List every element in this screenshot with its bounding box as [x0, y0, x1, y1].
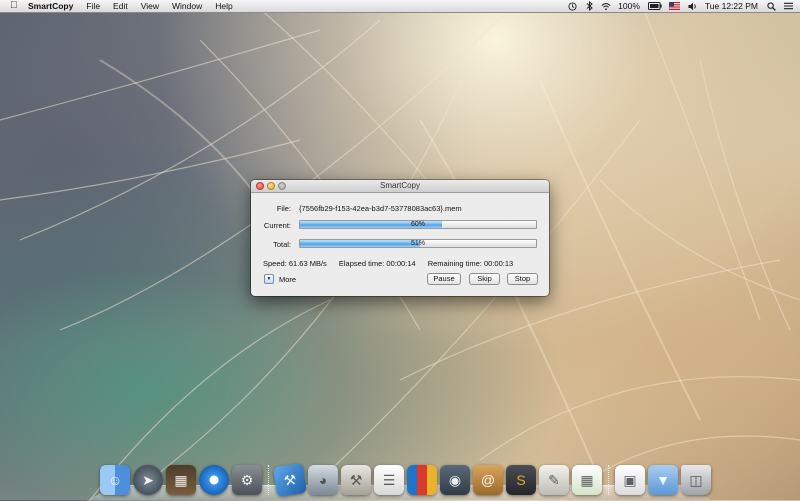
- script-editor-icon[interactable]: ✎: [539, 465, 569, 495]
- finder-icon[interactable]: ☺: [100, 465, 130, 495]
- notification-center-icon[interactable]: [783, 1, 793, 11]
- more-label[interactable]: More: [279, 275, 296, 284]
- hammer-icon: ⚒: [282, 471, 298, 489]
- address-book-icon[interactable]: @: [473, 465, 503, 495]
- camera-icon: ◉: [448, 472, 462, 488]
- pause-button[interactable]: Pause: [427, 273, 461, 285]
- us-flag-input-icon[interactable]: [669, 1, 681, 11]
- menu-window[interactable]: Window: [172, 0, 202, 12]
- file-label: File:: [276, 204, 291, 213]
- window-titlebar[interactable]: SmartCopy: [251, 180, 549, 193]
- trash-can-icon: ◫: [689, 472, 703, 488]
- gear-icon: ⚙: [240, 472, 254, 488]
- photo-icon[interactable]: ◉: [440, 465, 470, 495]
- menu-extras: 100% Tue 12:22 PM: [567, 0, 800, 12]
- trash-icon[interactable]: ◫: [681, 465, 711, 495]
- launchpad-icon[interactable]: ➤: [133, 465, 163, 495]
- volume-icon[interactable]: [688, 1, 698, 11]
- battery-percent[interactable]: 100%: [618, 1, 640, 11]
- current-progress-bar: 60%: [299, 220, 537, 229]
- total-progress-text: 51%: [410, 240, 425, 247]
- wrench-icon: ⚒: [349, 472, 363, 488]
- menu-view[interactable]: View: [141, 0, 159, 12]
- finder-face-icon: ☺: [107, 472, 123, 488]
- total-label: Total:: [273, 240, 291, 249]
- time-machine-icon[interactable]: [567, 1, 577, 11]
- windows-grid-icon: ▦: [174, 472, 188, 488]
- mission-control-icon[interactable]: ▦: [166, 465, 196, 495]
- pen-icon: ✎: [548, 472, 560, 488]
- file-icon[interactable]: ▣: [615, 465, 645, 495]
- bluetooth-icon[interactable]: [584, 1, 594, 11]
- menu-app-name[interactable]: SmartCopy: [28, 1, 73, 11]
- skip-button[interactable]: Skip: [469, 273, 500, 285]
- menu-bar:  SmartCopy File Edit View Window Help 1…: [0, 0, 800, 13]
- dock-separator: [608, 465, 609, 495]
- page-icon: ☰: [382, 472, 396, 488]
- close-button[interactable]: [256, 182, 264, 190]
- stop-button[interactable]: Stop: [507, 273, 538, 285]
- total-progress-bar: 51%: [299, 239, 537, 248]
- battery-icon[interactable]: [647, 1, 662, 11]
- rocket-icon: ➤: [142, 472, 154, 488]
- folder-icon: ▼: [656, 472, 670, 488]
- system-preferences-icon[interactable]: ⚙: [232, 465, 262, 495]
- document-icon[interactable]: ☰: [374, 465, 404, 495]
- zoom-button[interactable]: [278, 182, 286, 190]
- window-content: File: {7556fb29-f153-42ea-b3d7-53778083a…: [251, 193, 549, 296]
- spotlight-search-icon[interactable]: [766, 1, 776, 11]
- file-name: {7556fb29-f153-42ea-b3d7-53778083ac63}.m…: [299, 204, 462, 213]
- window-title: SmartCopy: [379, 181, 420, 190]
- smartcopy-window: SmartCopy File: {7556fb29-f153-42ea-b3d7…: [251, 180, 549, 296]
- current-label: Current:: [263, 221, 291, 230]
- remaining-time-text: Remaining time: 00:00:13: [427, 259, 514, 268]
- apple-menu-icon[interactable]: : [10, 1, 20, 11]
- transfer-stats: Speed: 61.63 MB/s Elapsed time: 00:00:14…: [263, 259, 523, 268]
- instruments-icon[interactable]: ◕: [308, 465, 338, 495]
- menu-help[interactable]: Help: [215, 0, 232, 12]
- at-sign-icon: @: [480, 472, 496, 488]
- menu-file[interactable]: File: [86, 0, 100, 12]
- speed-text: Speed: 61.63 MB/s: [263, 259, 327, 268]
- gauge-icon: ◕: [318, 472, 328, 488]
- sublime-text-icon[interactable]: S: [506, 465, 536, 495]
- wifi-icon[interactable]: [601, 1, 611, 11]
- minimize-button[interactable]: [267, 182, 275, 190]
- utilities-icon[interactable]: ⚒: [341, 465, 371, 495]
- pdf-page-icon: ▣: [623, 472, 637, 488]
- menu-edit[interactable]: Edit: [113, 0, 128, 12]
- menu-clock[interactable]: Tue 12:22 PM: [705, 1, 758, 11]
- current-progress-text: 60%: [410, 221, 425, 228]
- downloads-folder-icon[interactable]: ▼: [648, 465, 678, 495]
- safari-icon[interactable]: [199, 465, 229, 495]
- more-disclosure-button[interactable]: ▼: [264, 274, 274, 284]
- s-letter-icon: S: [516, 472, 526, 488]
- books-icon[interactable]: [407, 465, 437, 495]
- dock: ☺ ➤ ▦ ⚙ ⚒ ◕ ⚒ ☰ ◉ @ S ✎ ▦ ▣ ▼ ◫: [100, 461, 711, 497]
- spreadsheet-icon[interactable]: ▦: [572, 465, 602, 495]
- dock-separator: [268, 465, 269, 495]
- xcode-icon[interactable]: ⚒: [273, 463, 307, 497]
- grid-icon: ▦: [580, 472, 594, 488]
- elapsed-time-text: Elapsed time: 00:00:14: [338, 259, 416, 268]
